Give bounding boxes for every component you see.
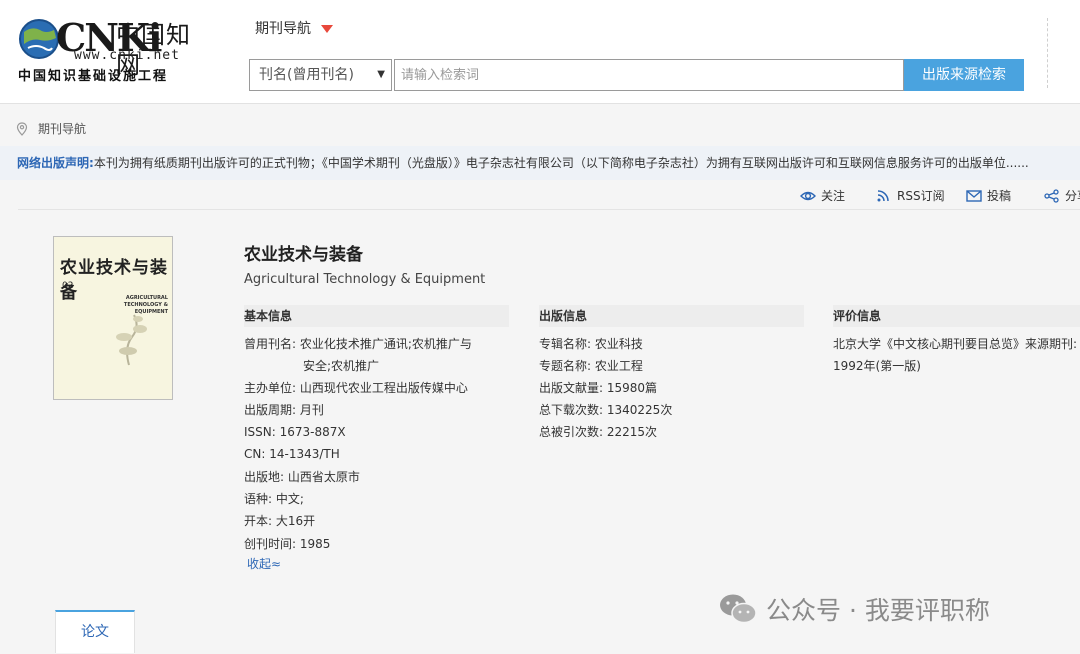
wechat-watermark: 公众号 · 我要评职称	[718, 591, 990, 627]
cycle-value: 月刊	[299, 403, 324, 417]
cover-illustration	[116, 314, 147, 366]
journal-cover-image[interactable]: 农业技术与装备 02 AGRICULTURAL TECHNOLOGY & EQU…	[53, 236, 173, 400]
format-row: 开本: 大16开	[244, 510, 315, 532]
docs-value: 15980篇	[606, 381, 658, 395]
downloads-row: 总下载次数: 1340225次	[539, 399, 672, 421]
topic-row: 专题名称: 农业工程	[539, 355, 643, 377]
mail-icon	[966, 189, 982, 202]
docs-row: 出版文献量: 15980篇	[539, 377, 657, 399]
evaluation-header: 评价信息	[833, 305, 1080, 327]
submit-label: 投稿	[987, 189, 1012, 203]
downloads-value: 1340225次	[606, 403, 673, 417]
brand-url: www.cnki.net	[74, 48, 180, 63]
citations-row: 总被引次数: 22215次	[539, 421, 657, 443]
dropdown-triangle-icon	[321, 25, 333, 33]
evaluation-info: 北京大学《中文核心期刊要目总览》来源期刊: 1992年(第一版)	[833, 333, 1080, 377]
watermark-text: 公众号 · 我要评职称	[766, 596, 990, 625]
series-value: 农业科技	[594, 337, 643, 351]
rss-icon	[877, 189, 889, 201]
collapse-link[interactable]: 收起≈	[247, 555, 281, 572]
basic-info-header-label: 基本信息	[244, 309, 293, 323]
former-names-value-1: 农业化技术推广通讯;农机推广与	[299, 337, 472, 351]
wechat-icon	[720, 594, 757, 624]
follow-button[interactable]: 关注	[800, 187, 845, 204]
lang-value: 中文;	[275, 492, 304, 506]
search-input[interactable]	[394, 59, 904, 91]
breadcrumb-item[interactable]: 期刊导航	[38, 122, 86, 136]
publish-info-header-label: 出版信息	[539, 309, 588, 323]
topic-label: 专题名称:	[539, 359, 592, 373]
former-names-row: 曾用刊名: 农业化技术推广通讯;农机推广与	[244, 333, 472, 355]
founded-label: 创刊时间:	[244, 537, 297, 551]
format-label: 开本:	[244, 514, 273, 528]
globe-icon	[19, 19, 59, 59]
journal-title: 农业技术与装备	[244, 245, 363, 265]
place-row: 出版地: 山西省太原市	[244, 466, 360, 488]
cn-label: CN:	[244, 447, 266, 461]
series-row: 专辑名称: 农业科技	[539, 333, 643, 355]
notice-label: 网络出版声明:	[17, 156, 94, 170]
basic-info-header: 基本信息	[244, 305, 509, 327]
search-button[interactable]: 出版来源检索	[904, 59, 1024, 91]
place-label: 出版地:	[244, 470, 285, 484]
evaluation-header-label: 评价信息	[833, 309, 882, 323]
founded-row: 创刊时间: 1985	[244, 533, 330, 555]
former-names-label: 曾用刊名:	[244, 337, 297, 351]
cn-value: 14-1343/TH	[269, 447, 340, 461]
tab-papers[interactable]: 论文	[55, 610, 135, 653]
downloads-label: 总下载次数:	[539, 403, 604, 417]
select-caret-icon: ▼	[377, 69, 385, 80]
evaluation-line-2: 1992年(第一版)	[833, 359, 921, 373]
brand-tagline: 中国知识基础设施工程	[18, 69, 169, 84]
series-label: 专辑名称:	[539, 337, 592, 351]
share-button[interactable]: 分享	[1044, 187, 1080, 204]
cn-row: CN: 14-1343/TH	[244, 443, 340, 465]
cnki-logo[interactable]: CNKi 中国知网 www.cnki.net 中国知识基础设施工程	[18, 16, 208, 86]
notice-text: 本刊为拥有纸质期刊出版许可的正式刊物；《中国学术期刊（光盘版）》电子杂志社有限公…	[93, 156, 1029, 170]
founded-value: 1985	[299, 537, 331, 551]
topic-value: 农业工程	[594, 359, 643, 373]
top-header: CNKi 中国知网 www.cnki.net 中国知识基础设施工程 期刊导航 刊…	[0, 0, 1080, 104]
cover-issue: 02	[62, 281, 74, 291]
issn-label: ISSN:	[244, 425, 276, 439]
sponsor-row: 主办单位: 山西现代农业工程出版传媒中心	[244, 377, 468, 399]
issn-row: ISSN: 1673-887X	[244, 421, 346, 443]
search-field-value: 刊名(曾用刊名)	[259, 67, 354, 83]
publish-info-header: 出版信息	[539, 305, 804, 327]
former-names-cont: 安全;农机推广	[303, 355, 379, 377]
submit-button[interactable]: 投稿	[966, 187, 1011, 204]
journal-nav-label: 期刊导航	[255, 21, 311, 37]
format-value: 大16开	[275, 514, 316, 528]
rss-label: RSS订阅	[897, 189, 945, 203]
breadcrumb: 期刊导航	[16, 120, 86, 137]
search-field-select[interactable]: 刊名(曾用刊名) ▼	[249, 59, 392, 91]
lang-label: 语种:	[244, 492, 273, 506]
sponsor-label: 主办单位:	[244, 381, 297, 395]
lang-row: 语种: 中文;	[244, 488, 304, 510]
location-pin-icon	[16, 122, 28, 136]
cycle-row: 出版周期: 月刊	[244, 399, 324, 421]
place-value: 山西省太原市	[287, 470, 360, 484]
eye-icon	[800, 191, 816, 200]
header-divider	[1047, 18, 1048, 88]
former-names-value-2: 安全;农机推广	[303, 359, 380, 373]
share-label: 分享	[1065, 189, 1080, 203]
publish-notice: 网络出版声明:本刊为拥有纸质期刊出版许可的正式刊物；《中国学术期刊（光盘版）》电…	[0, 146, 1080, 180]
share-icon	[1044, 188, 1059, 203]
rss-button[interactable]: RSS订阅	[876, 187, 945, 204]
journal-title-en: Agricultural Technology & Equipment	[244, 272, 486, 287]
docs-label: 出版文献量:	[539, 381, 604, 395]
journal-nav-menu[interactable]: 期刊导航	[255, 18, 333, 38]
issn-value: 1673-887X	[279, 425, 346, 439]
sponsor-value: 山西现代农业工程出版传媒中心	[299, 381, 468, 395]
citations-value: 22215次	[606, 425, 658, 439]
citations-label: 总被引次数:	[539, 425, 604, 439]
follow-label: 关注	[821, 189, 846, 203]
cycle-label: 出版周期:	[244, 403, 297, 417]
evaluation-line-1: 北京大学《中文核心期刊要目总览》来源期刊:	[833, 337, 1078, 351]
